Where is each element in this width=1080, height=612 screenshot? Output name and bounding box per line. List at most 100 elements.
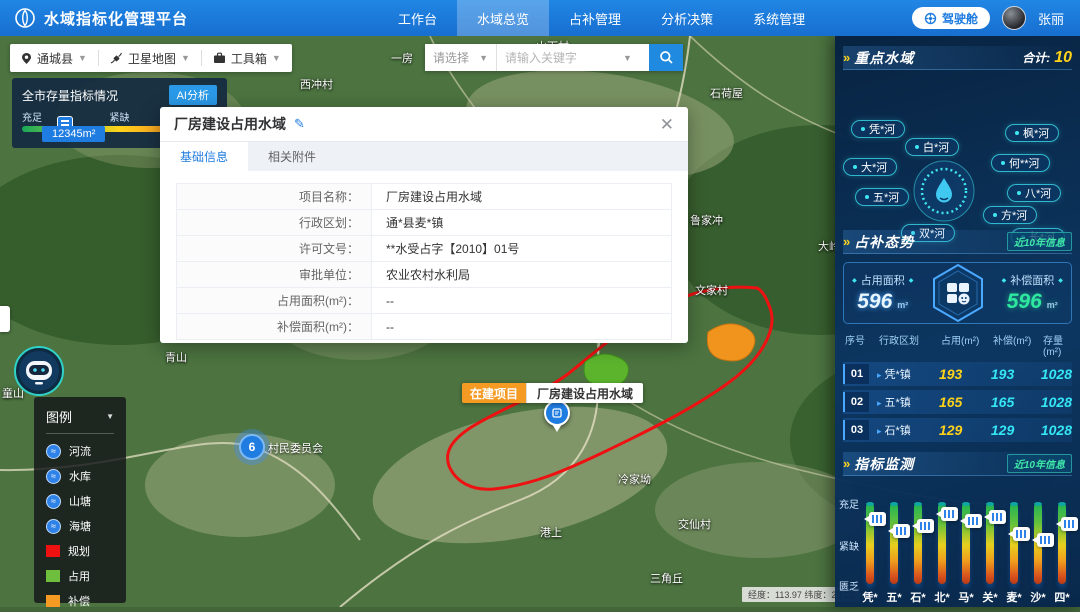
table-row[interactable]: 03 石*镇 129 129 1028 [843,418,1072,442]
cockpit-button[interactable]: 驾驶舱 [912,7,990,29]
river-pill[interactable]: 大*河 [843,158,897,176]
legend-item-occupied[interactable]: 占用 [46,568,114,584]
x-axis-label: 北* [930,589,954,605]
place-label: 鲁家冲 [690,212,723,228]
wheel-icon [924,12,937,25]
chevron-down-icon: ▼ [479,53,488,63]
x-axis-label: 沙* [1026,589,1050,605]
tab-basic-info[interactable]: 基础信息 [160,142,248,171]
edit-icon[interactable]: ✎ [294,116,305,132]
field-row: 行政区划：通*县麦*镇 [177,210,671,236]
field-label: 审批单位： [177,262,372,287]
bar-level-marker[interactable] [989,510,1006,524]
nav-menu: 工作台 水域总览 占补管理 分析决策 系统管理 [378,0,825,36]
x-axis-label: 石* [906,589,930,605]
legend-item-river[interactable]: ≈河流 [46,443,114,459]
nav-item-workbench[interactable]: 工作台 [378,0,457,36]
river-pill[interactable]: 八*河 [1007,184,1061,202]
col-header: 占用(m²) [941,332,993,358]
app-title: 水域指标化管理平台 [44,8,188,29]
legend-item-pond[interactable]: ≈山塘 [46,493,114,509]
ai-assistant-robot[interactable] [13,345,65,397]
compensation-area-shape[interactable] [707,324,755,361]
bar-level-marker[interactable] [1037,533,1054,547]
pond-icon: ≈ [46,494,61,509]
ai-analysis-button[interactable]: AI分析 [169,85,217,105]
table-row[interactable]: 02 五*镇 165 165 1028 [843,390,1072,414]
field-label: 补偿面积(m²)： [177,314,372,339]
place-label: 石荷屋 [710,85,743,101]
close-icon[interactable]: ✕ [660,116,674,133]
row-stock: 1028 [1041,422,1072,438]
bar-level-marker[interactable] [1013,527,1030,541]
row-occupied: 165 [939,394,991,410]
project-pin[interactable] [544,400,572,428]
bar-level-marker[interactable] [1061,517,1078,531]
nav-item-water-overview[interactable]: 水域总览 [457,0,549,36]
ten-year-badge[interactable]: 近10年信息 [1007,454,1072,473]
collapse-icon[interactable]: ▼ [106,412,114,421]
project-name[interactable]: 厂房建设占用水域 [526,383,643,403]
row-compensated: 129 [991,422,1041,438]
basemap-selector[interactable]: 卫星地图 ▼ [98,50,201,66]
nav-item-balance-mgmt[interactable]: 占补管理 [549,0,641,36]
nav-item-analysis[interactable]: 分析决策 [641,0,733,36]
ten-year-badge[interactable]: 近10年信息 [1007,232,1072,251]
place-label: 西冲村 [300,76,333,92]
occupied-area-label: 占用面积 [848,272,917,288]
river-name: 何**河 [1009,155,1040,171]
search-button[interactable] [649,44,683,71]
pin-tail [552,424,562,432]
row-region: 石*镇 [877,422,939,438]
compensated-area-value: 596m² [1007,290,1058,314]
satellite-icon [110,52,123,64]
river-pill[interactable]: 白*河 [905,138,959,156]
nav-item-system[interactable]: 系统管理 [733,0,825,36]
legend-item-seawall[interactable]: ≈海塘 [46,518,114,534]
bar-level-marker[interactable] [965,514,982,528]
tab-attachments[interactable]: 相关附件 [248,142,336,171]
river-pill[interactable]: 方*河 [983,206,1037,224]
river-pill[interactable]: 枫*河 [1005,124,1059,142]
location-pin-icon [21,52,32,65]
map-toolbar: 通城县 ▼ 卫星地图 ▼ 工具箱 ▼ [10,44,292,72]
bar-level-marker[interactable] [869,512,886,526]
toolbox-selector[interactable]: 工具箱 ▼ [201,50,292,66]
occupied-area-card: 占用面积 596m² [844,263,922,323]
toolbox-label: 工具箱 [231,50,267,67]
bar-level-marker[interactable] [917,519,934,533]
project-label[interactable]: 在建项目 厂房建设占用水域 [462,383,643,403]
region-selector[interactable]: 通城县 ▼ [10,50,98,66]
row-index: 02 [843,392,869,412]
reservoir-icon: ≈ [46,469,61,484]
x-axis-label: 四* [1050,589,1074,605]
search-bar: 请选择 ▼ ▼ [425,44,683,71]
row-region: 凭*镇 [877,366,939,382]
bar-level-marker[interactable] [893,524,910,538]
legend-item-planning[interactable]: 规划 [46,543,114,559]
modal-title: 厂房建设占用水域 [174,114,286,134]
bar-level-marker[interactable] [941,507,958,521]
river-pill[interactable]: 凭*河 [851,120,905,138]
planning-color-swatch [46,545,60,557]
search-input[interactable] [505,51,623,65]
field-row: 审批单位：农业农村水利局 [177,262,671,288]
user-avatar[interactable] [1002,6,1026,30]
table-row[interactable]: 01 凭*镇 193 193 1028 [843,362,1072,386]
cluster-count[interactable]: 6 [239,434,265,460]
occupied-area-shape[interactable] [584,354,628,386]
place-label: 一房 [391,50,413,66]
field-label: 项目名称： [177,184,372,209]
river-pill[interactable]: 何**河 [991,154,1050,172]
factory-icon [544,400,570,426]
chevron-down-icon[interactable]: ▼ [623,53,632,63]
section-title: 指标监测 [854,454,914,474]
river-name: 凭*河 [869,121,895,137]
field-row: 许可文号：**水受占字【2010】01号 [177,236,671,262]
basemap-label: 卫星地图 [128,50,176,67]
legend-item-reservoir[interactable]: ≈水库 [46,468,114,484]
user-name[interactable]: 张丽 [1038,9,1064,28]
left-panel-handle[interactable] [0,306,10,332]
river-pill[interactable]: 五*河 [855,188,909,206]
search-type-select[interactable]: 请选择 ▼ [425,44,497,71]
